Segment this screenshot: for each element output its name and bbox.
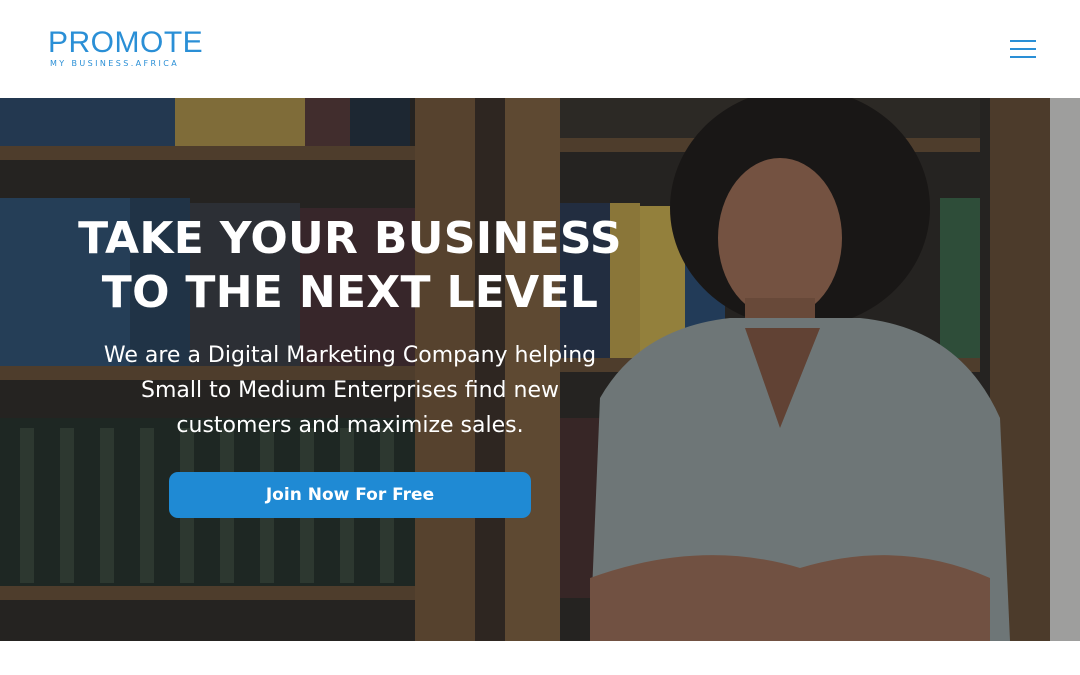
- hero-subtitle-line-1: We are a Digital Marketing Company helpi…: [103, 343, 597, 368]
- hero-section: TAKE YOUR BUSINESS TO THE NEXT LEVEL We …: [0, 98, 1080, 641]
- hamburger-menu-icon[interactable]: [1006, 36, 1040, 62]
- join-now-button[interactable]: Join Now For Free: [169, 472, 531, 518]
- hero-title-line-2: TO THE NEXT LEVEL: [101, 267, 599, 318]
- hero-subtitle: We are a Digital Marketing Company helpi…: [40, 338, 660, 443]
- hero-title: TAKE YOUR BUSINESS TO THE NEXT LEVEL: [30, 212, 670, 320]
- hero-title-line-1: TAKE YOUR BUSINESS: [78, 213, 622, 264]
- hero-subtitle-line-3: customers and maximize sales.: [176, 413, 524, 438]
- site-header: PROMOTE MY BUSINESS.AFRICA: [0, 0, 1080, 98]
- menu-bar-middle: [1010, 48, 1036, 50]
- logo-wordmark: PROMOTE: [48, 26, 204, 59]
- menu-bar-top: [1010, 40, 1036, 42]
- page: PROMOTE MY BUSINESS.AFRICA TAKE YOUR BUS…: [0, 0, 1080, 675]
- logo-tagline: MY BUSINESS.AFRICA: [50, 59, 180, 68]
- logo[interactable]: PROMOTE MY BUSINESS.AFRICA: [48, 27, 208, 75]
- hero-subtitle-line-2: Small to Medium Enterprises find new: [141, 378, 559, 403]
- menu-bar-bottom: [1010, 56, 1036, 58]
